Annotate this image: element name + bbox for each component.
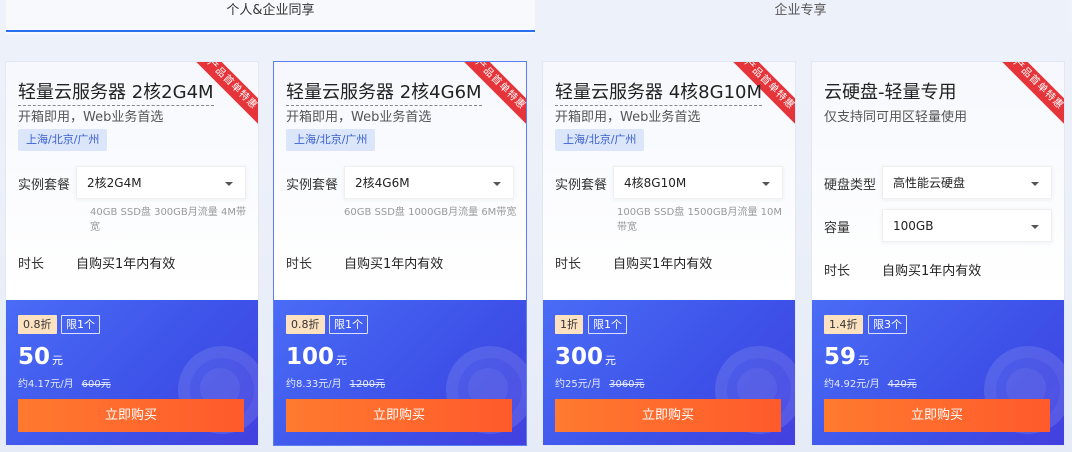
price-unit: 元 (52, 354, 64, 367)
product-card-2c4g6m: 产品首单特惠 轻量云服务器 2核4G6M 开箱即用，Web业务首选 上海/北京/… (273, 61, 527, 446)
product-subtitle: 仅支持同可用区轻量使用 (824, 110, 968, 125)
original-price: 1200元 (349, 379, 386, 390)
monthly-value: 约4.92元/月 (824, 379, 880, 390)
duration-value: 自购买1年内有效 (344, 257, 444, 272)
chevron-down-icon (1031, 182, 1039, 186)
price: 59 元 (824, 344, 869, 370)
product-title[interactable]: 轻量云服务器 4核8G10M (555, 78, 763, 106)
first-order-ribbon: 产品首单特惠 (996, 62, 1064, 127)
buy-now-button[interactable]: 立即购买 (824, 399, 1050, 432)
duration-value: 自购买1年内有效 (882, 264, 982, 279)
chevron-down-icon (1031, 225, 1039, 229)
duration-label: 时长 (824, 264, 851, 279)
price-value: 50 (18, 344, 51, 370)
original-price: 600元 (81, 379, 111, 390)
capacity-select[interactable]: 100GB (882, 209, 1052, 242)
disk-type-label: 硬盘类型 (824, 178, 877, 193)
buy-now-button[interactable]: 立即购买 (286, 399, 512, 432)
duration-label: 时长 (18, 257, 45, 272)
price-block: 1.4折 限3个 59 元 约4.92元/月 420元 立即购买 (812, 300, 1064, 445)
discount-badge: 0.8折 (18, 315, 57, 334)
price: 50 元 (18, 344, 63, 370)
chevron-down-icon (225, 182, 233, 186)
tab-personal-enterprise[interactable]: 个人&企业同享 (6, 0, 535, 34)
package-label: 实例套餐 (18, 178, 71, 193)
price: 100 元 (286, 344, 347, 370)
original-price: 3060元 (609, 379, 645, 390)
price: 300 元 (555, 344, 616, 370)
price-unit: 元 (336, 354, 348, 367)
discount-badge: 1.4折 (824, 315, 863, 334)
duration-value: 自购买1年内有效 (76, 257, 176, 272)
discount-badge: 1折 (555, 315, 583, 334)
disk-type-select[interactable]: 高性能云硬盘 (882, 166, 1052, 199)
package-select-value: 2核2G4M (87, 176, 142, 190)
discount-badge: 0.8折 (286, 315, 325, 334)
limit-badge: 限1个 (61, 315, 100, 334)
disk-type-select-value: 高性能云硬盘 (893, 176, 966, 190)
price-unit: 元 (605, 354, 617, 367)
chevron-down-icon (762, 182, 770, 186)
price-value: 300 (555, 344, 604, 370)
region-tag: 上海/北京/广州 (18, 129, 108, 151)
price-value: 59 (824, 344, 857, 370)
price-block: 0.8折 限1个 100 元 约8.33元/月 1200元 立即购买 (274, 300, 526, 445)
product-subtitle: 开箱即用，Web业务首选 (18, 110, 164, 125)
capacity-label: 容量 (824, 221, 851, 236)
monthly-price: 约4.17元/月 600元 (18, 375, 111, 390)
package-select[interactable]: 4核8G10M (613, 166, 783, 199)
product-title: 云硬盘-轻量专用 (824, 82, 957, 103)
product-card-4c8g10m: 产品首单特惠 轻量云服务器 4核8G10M 开箱即用，Web业务首选 上海/北京… (542, 61, 796, 446)
monthly-price: 约25元/月 3060元 (555, 375, 645, 390)
product-subtitle: 开箱即用，Web业务首选 (286, 110, 432, 125)
package-description: 60GB SSD盘 1000GB月流量 6M带宽 (344, 207, 517, 218)
buy-now-button[interactable]: 立即购买 (555, 399, 781, 432)
product-card-cloud-disk: 产品首单特惠 云硬盘-轻量专用 仅支持同可用区轻量使用 硬盘类型 高性能云硬盘 … (811, 61, 1065, 446)
package-select[interactable]: 2核4G6M (344, 166, 514, 199)
monthly-price: 约4.92元/月 420元 (824, 375, 917, 390)
capacity-select-value: 100GB (893, 219, 934, 233)
duration-value: 自购买1年内有效 (613, 257, 713, 272)
price-unit: 元 (858, 354, 870, 367)
package-label: 实例套餐 (555, 178, 608, 193)
product-tabs: 个人&企业同享 企业专享 (0, 0, 1072, 34)
monthly-value: 约25元/月 (555, 379, 602, 390)
duration-label: 时长 (286, 257, 313, 272)
chevron-down-icon (493, 182, 501, 186)
monthly-price: 约8.33元/月 1200元 (286, 375, 385, 390)
package-select-value: 2核4G6M (355, 176, 410, 190)
tab-enterprise-only[interactable]: 企业专享 (535, 0, 1066, 34)
product-title[interactable]: 轻量云服务器 2核4G6M (286, 78, 482, 106)
package-description: 100GB SSD盘 1500GB月流量 10M带宽 (617, 207, 783, 233)
buy-now-button[interactable]: 立即购买 (18, 399, 244, 432)
package-select[interactable]: 2核2G4M (76, 166, 246, 199)
product-card-2c2g4m: 产品首单特惠 轻量云服务器 2核2G4M 开箱即用，Web业务首选 上海/北京/… (5, 61, 259, 446)
region-tag: 上海/北京/广州 (555, 129, 645, 151)
limit-badge: 限1个 (588, 315, 627, 334)
product-subtitle: 开箱即用，Web业务首选 (555, 110, 701, 125)
monthly-value: 约8.33元/月 (286, 379, 342, 390)
price-block: 0.8折 限1个 50 元 约4.17元/月 600元 立即购买 (6, 300, 258, 445)
region-tag: 上海/北京/广州 (286, 129, 376, 151)
package-label: 实例套餐 (286, 178, 339, 193)
price-block: 1折 限1个 300 元 约25元/月 3060元 立即购买 (543, 300, 795, 445)
limit-badge: 限1个 (329, 315, 368, 334)
monthly-value: 约4.17元/月 (18, 379, 74, 390)
product-title[interactable]: 轻量云服务器 2核2G4M (18, 78, 214, 106)
package-select-value: 4核8G10M (624, 176, 687, 190)
limit-badge: 限3个 (868, 315, 907, 334)
duration-label: 时长 (555, 257, 582, 272)
original-price: 420元 (887, 379, 917, 390)
price-value: 100 (286, 344, 335, 370)
package-description: 40GB SSD盘 300GB月流量 4M带宽 (90, 207, 246, 233)
